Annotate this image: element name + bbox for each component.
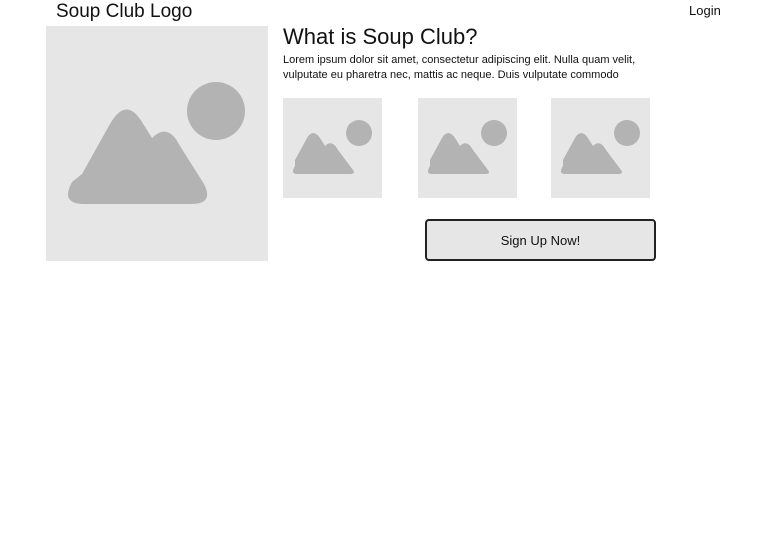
thumbnail-image-2 (418, 98, 517, 198)
hero-image (46, 26, 268, 261)
thumbnail-image-1 (283, 98, 382, 198)
login-link[interactable]: Login (689, 3, 721, 19)
image-placeholder-icon (292, 120, 372, 174)
image-placeholder-icon (427, 120, 507, 174)
image-placeholder-icon (560, 120, 640, 174)
site-logo[interactable]: Soup Club Logo (56, 1, 192, 23)
page-title: What is Soup Club? (283, 24, 478, 49)
sign-up-button[interactable]: Sign Up Now! (425, 219, 656, 261)
image-placeholder-icon (68, 82, 245, 204)
description-text: Lorem ipsum dolor sit amet, consectetur … (283, 54, 636, 81)
thumbnail-image-3 (551, 98, 650, 198)
